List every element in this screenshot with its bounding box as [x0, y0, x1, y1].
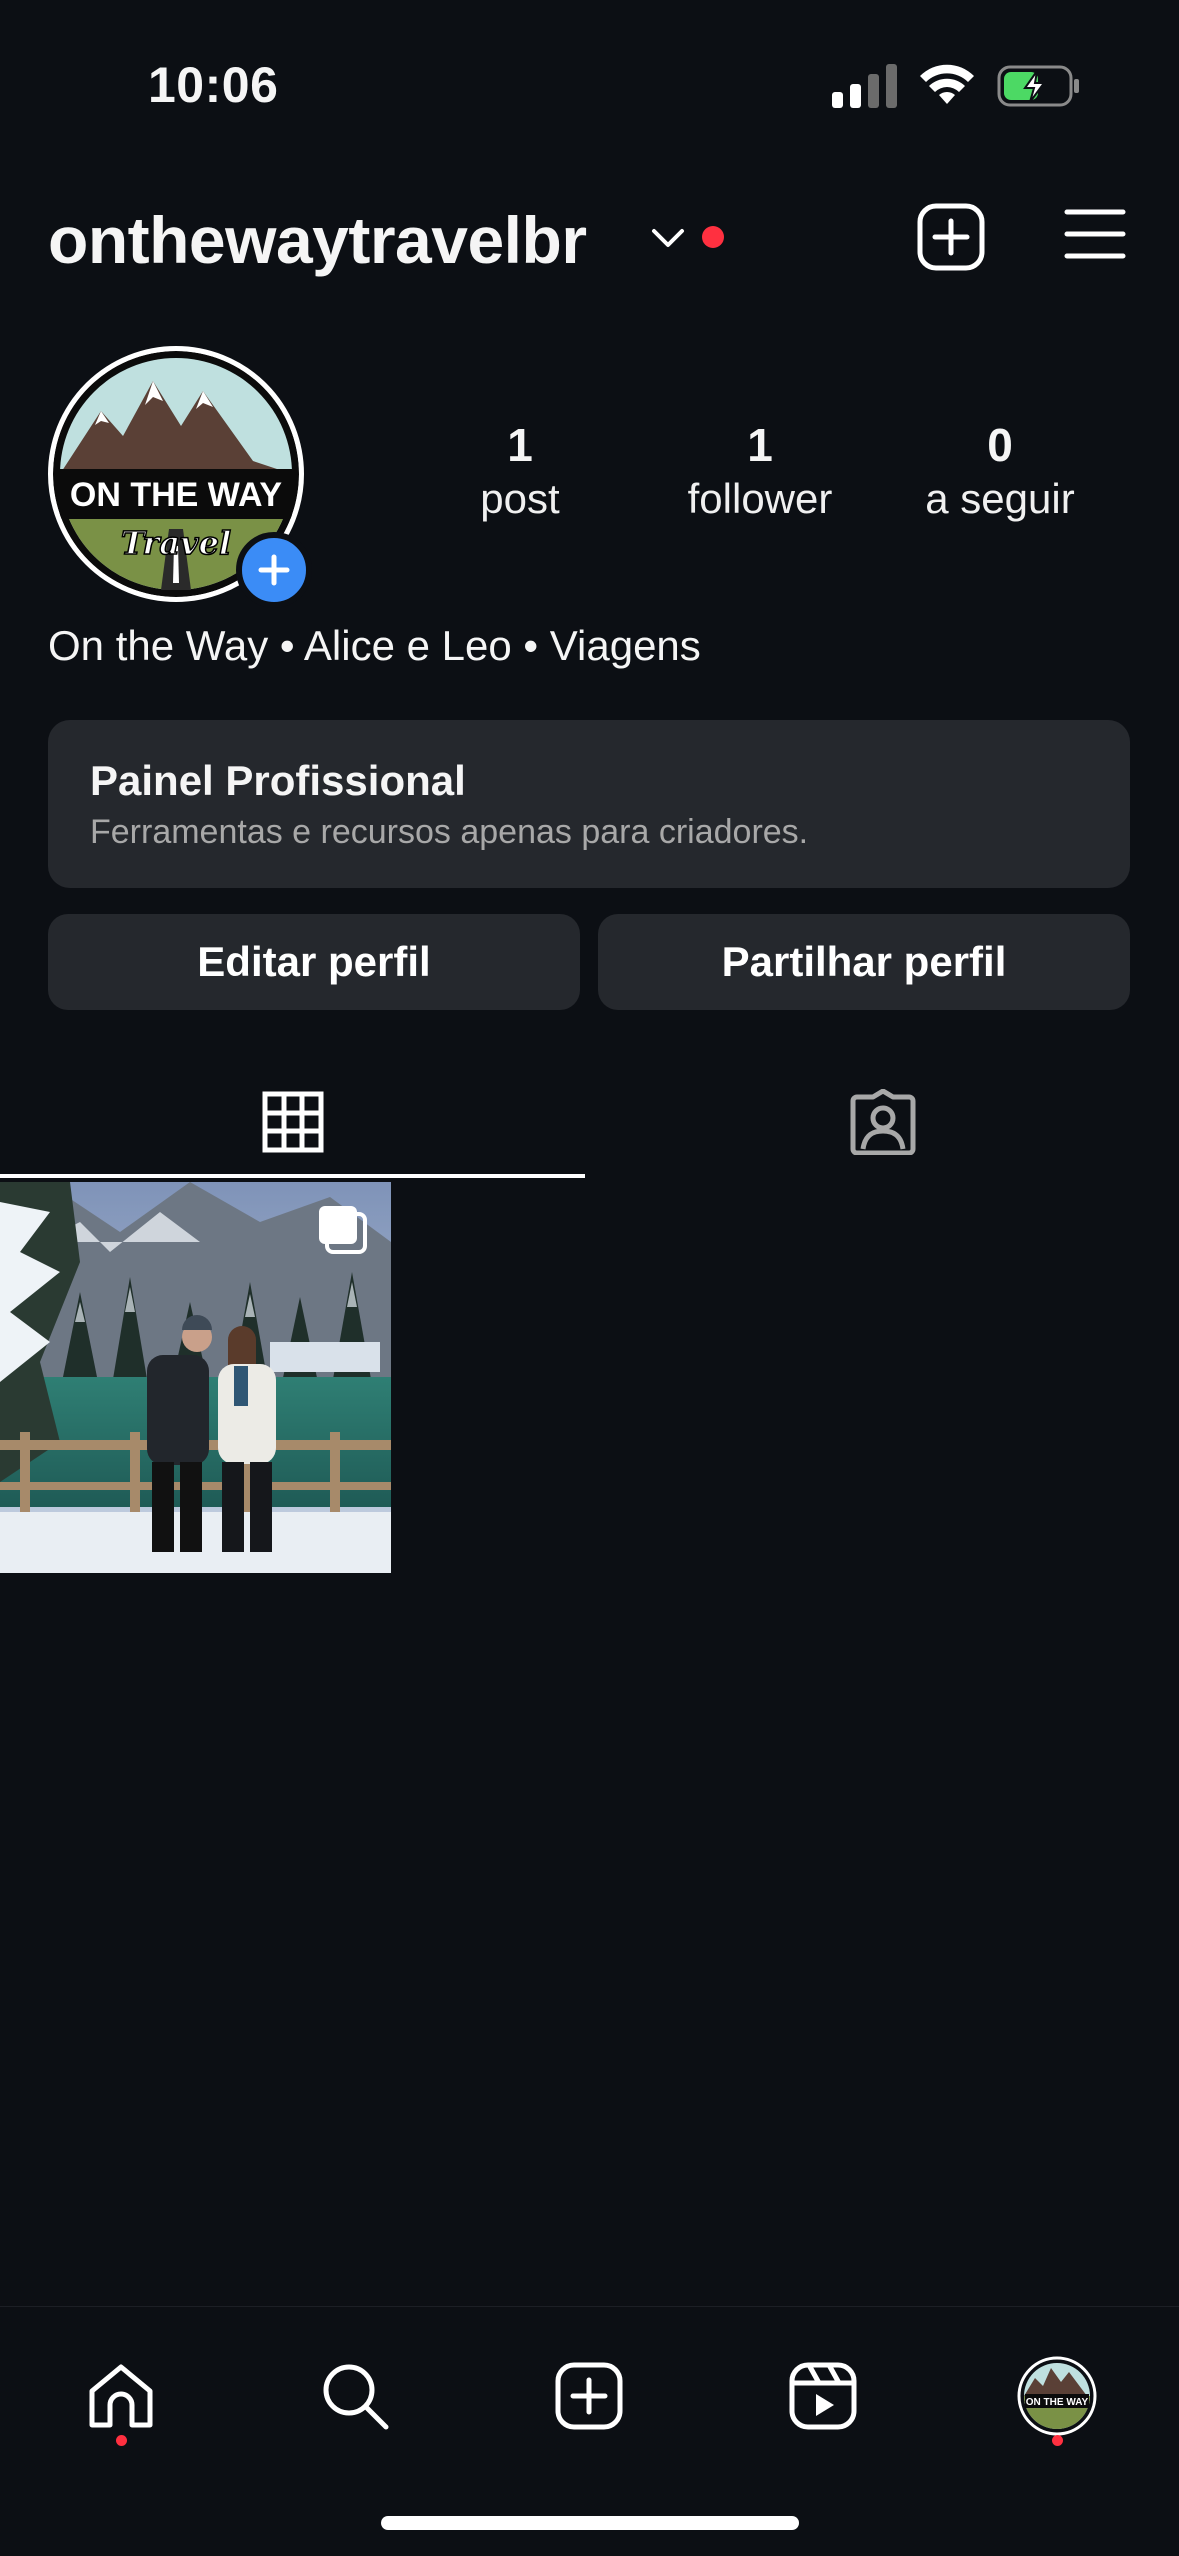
plus-icon [258, 554, 290, 586]
profile-avatar[interactable]: ON THE WAY Travel [48, 346, 312, 608]
menu-icon[interactable] [1064, 206, 1126, 262]
professional-dashboard-card[interactable]: Painel Profissional Ferramentas e recurs… [48, 720, 1130, 888]
profile-notification-dot [1052, 2435, 1063, 2446]
create-icon [555, 2362, 623, 2430]
cellular-signal-icon [832, 64, 897, 108]
stat-followers[interactable]: 1 follower [640, 418, 880, 526]
status-bar: 10:06 [0, 0, 1179, 170]
multiple-photos-icon [319, 1206, 367, 1254]
chevron-down-icon[interactable] [650, 226, 686, 250]
stat-label: post [480, 475, 560, 522]
search-icon [323, 2364, 389, 2430]
home-notification-dot [116, 2435, 127, 2446]
edit-profile-button[interactable]: Editar perfil [48, 914, 580, 1010]
pro-panel-subtitle: Ferramentas e recursos apenas para criad… [90, 813, 809, 851]
nav-create[interactable] [534, 2341, 644, 2451]
account-switcher-username[interactable]: onthewaytravelbr [48, 202, 587, 278]
status-icons [832, 64, 1081, 108]
profile-bio: On the Way • Alice e Leo • Viagens [48, 622, 701, 669]
nav-reels[interactable] [768, 2341, 878, 2451]
status-time: 10:06 [148, 57, 279, 113]
home-indicator[interactable] [381, 2516, 799, 2530]
battery-charging-icon [997, 65, 1079, 107]
tab-posts-grid[interactable] [0, 1064, 585, 1180]
stat-label: a seguir [925, 475, 1075, 522]
reels-icon [789, 2362, 857, 2430]
nav-search[interactable] [300, 2341, 410, 2451]
post-thumbnail[interactable] [0, 1182, 391, 1573]
add-story-button[interactable] [236, 532, 312, 608]
stat-value: 1 [747, 419, 773, 471]
profile-tabs [0, 1064, 1179, 1180]
home-icon [89, 2364, 153, 2428]
create-post-icon[interactable] [916, 202, 986, 272]
active-tab-indicator [0, 1174, 585, 1178]
stat-value: 0 [987, 419, 1013, 471]
notification-dot [702, 226, 724, 248]
logo-text: ON THE WAY [70, 476, 283, 514]
tab-tagged[interactable] [590, 1064, 1175, 1180]
stat-posts[interactable]: 1 post [400, 418, 640, 526]
wifi-icon [920, 64, 974, 104]
stat-following[interactable]: 0 a seguir [880, 418, 1120, 526]
profile-header: onthewaytravelbr [0, 190, 1179, 290]
profile-stats: 1 post 1 follower 0 a seguir [430, 418, 1130, 526]
profile-avatar: ON THE WAY [1017, 2356, 1097, 2436]
stat-value: 1 [507, 419, 533, 471]
stat-label: follower [687, 475, 833, 522]
svg-text:ON THE WAY: ON THE WAY [1026, 2397, 1089, 2408]
tagged-icon [850, 1089, 915, 1155]
grid-icon [262, 1091, 323, 1153]
pro-panel-title: Painel Profissional [90, 757, 466, 804]
svg-text:Travel: Travel [121, 524, 231, 562]
share-profile-button[interactable]: Partilhar perfil [598, 914, 1130, 1010]
